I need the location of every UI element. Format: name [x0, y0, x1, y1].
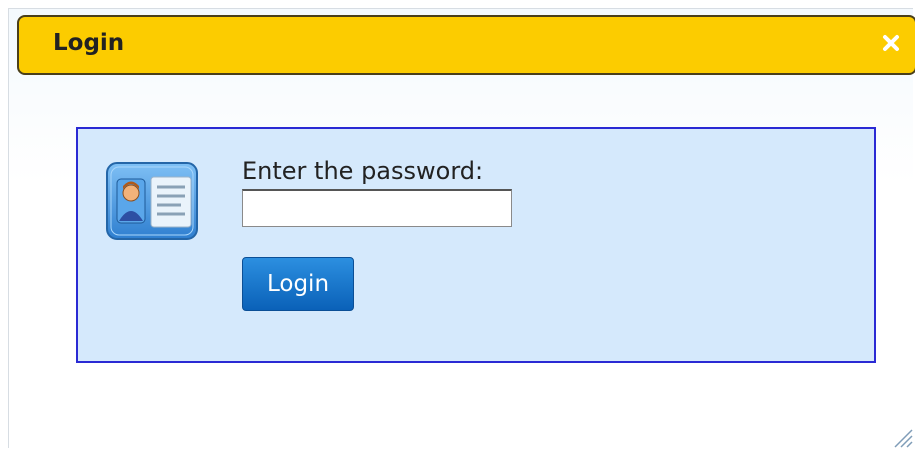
login-button[interactable]: Login — [242, 257, 354, 311]
password-input[interactable] — [242, 189, 512, 227]
login-panel: Enter the password: Login — [76, 127, 876, 363]
close-icon[interactable] — [877, 29, 905, 57]
dialog-titlebar[interactable]: Login — [17, 15, 915, 75]
resize-grip-icon[interactable] — [889, 424, 913, 448]
user-card-icon — [105, 159, 199, 243]
dialog-title: Login — [53, 30, 125, 56]
password-prompt-label: Enter the password: — [242, 157, 484, 185]
login-dialog: Login Enter the password: Login — [8, 8, 915, 448]
